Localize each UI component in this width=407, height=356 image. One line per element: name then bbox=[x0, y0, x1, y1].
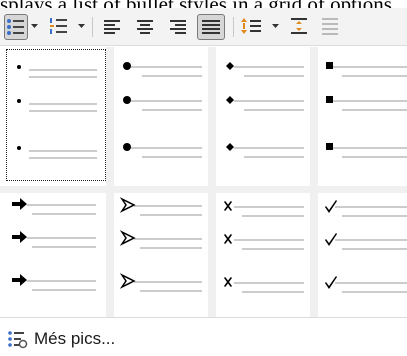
bullet-option-arrowhead[interactable] bbox=[114, 195, 214, 315]
gallery-footer: Més pics... bbox=[0, 317, 407, 356]
more-bullets-button[interactable]: Més pics... bbox=[6, 326, 115, 352]
chevron-down-icon[interactable] bbox=[272, 24, 279, 29]
decrease-spacing-icon bbox=[322, 18, 338, 35]
paragraph-spacing-button[interactable] bbox=[287, 14, 313, 40]
formatting-toolbar bbox=[0, 8, 407, 46]
bullet-list-icon bbox=[7, 19, 24, 35]
align-center-button[interactable] bbox=[133, 14, 159, 40]
line-spacing-button[interactable] bbox=[240, 14, 266, 40]
chevron-down-icon[interactable] bbox=[31, 24, 38, 29]
line-spacing-icon bbox=[241, 18, 261, 34]
numbering-button[interactable] bbox=[48, 14, 72, 40]
square-bullet-preview bbox=[326, 62, 407, 158]
arrow-bullet-preview bbox=[12, 198, 96, 291]
bullets-button[interactable] bbox=[4, 14, 28, 40]
align-left-icon bbox=[104, 20, 120, 34]
small-dot-bullet-preview bbox=[17, 65, 97, 159]
more-bullets-label: Més pics... bbox=[34, 329, 116, 348]
diamond-bullet-preview bbox=[226, 62, 304, 158]
cross-bullet-preview bbox=[224, 201, 304, 293]
align-left-button[interactable] bbox=[100, 14, 126, 40]
large-dot-bullet-preview bbox=[123, 62, 202, 158]
bullet-option-check[interactable] bbox=[318, 195, 407, 315]
toolbar-separator bbox=[233, 17, 234, 37]
align-right-icon bbox=[170, 20, 186, 34]
chevron-down-icon[interactable] bbox=[78, 24, 85, 29]
bullet-option-small-dot[interactable] bbox=[6, 49, 106, 181]
bullet-option-large-dot[interactable] bbox=[114, 49, 214, 181]
numbered-list-icon bbox=[50, 18, 67, 34]
toolbar-separator bbox=[92, 17, 93, 37]
bullet-option-diamond[interactable] bbox=[216, 49, 316, 181]
check-bullet-preview bbox=[325, 200, 407, 293]
arrowhead-bullet-preview bbox=[119, 197, 202, 292]
page-text-fragment: splays a list of bullet styles in a grid… bbox=[0, 0, 407, 8]
justify-icon bbox=[202, 20, 220, 34]
bullet-option-arrow[interactable] bbox=[6, 195, 106, 315]
paragraph-spacing-icon bbox=[291, 18, 307, 34]
bullet-option-cross[interactable] bbox=[216, 195, 316, 315]
align-right-button[interactable] bbox=[166, 14, 192, 40]
group-separator bbox=[0, 186, 407, 193]
align-center-icon bbox=[137, 20, 153, 34]
decrease-spacing-button[interactable] bbox=[318, 14, 344, 40]
bullet-list-settings-icon bbox=[8, 331, 28, 349]
column-separator bbox=[106, 47, 114, 317]
bullet-gallery bbox=[0, 47, 407, 317]
bullet-option-square[interactable] bbox=[318, 49, 407, 181]
justify-button[interactable] bbox=[197, 14, 225, 40]
